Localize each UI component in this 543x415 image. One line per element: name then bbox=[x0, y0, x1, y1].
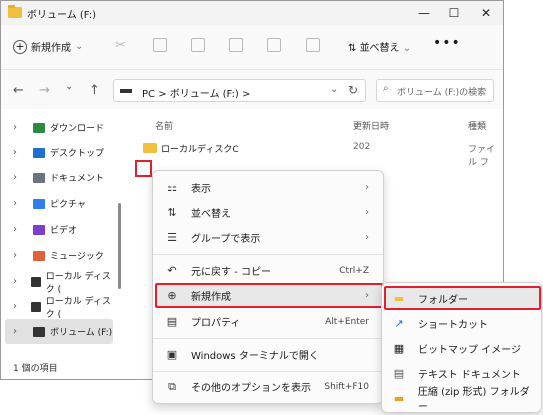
folder-icon bbox=[143, 143, 157, 153]
drive-icon bbox=[30, 301, 41, 312]
title-bar: ボリューム (F:) — ☐ ✕ bbox=[1, 1, 503, 25]
minimize-button[interactable]: — bbox=[409, 3, 439, 23]
cut-icon[interactable]: ✂ bbox=[115, 38, 129, 53]
context-menu: ⚏ 表示 › ⇅ 並べ替え › ☰ グループで表示 › ↶ 元に戻す - コピー Ctrl+Z … bbox=[152, 170, 384, 404]
chevron-right-icon: › bbox=[365, 182, 369, 193]
undo-icon: ↶ bbox=[167, 264, 177, 277]
chevron-right-icon: › bbox=[365, 207, 369, 218]
address-path: PC > ボリューム (F:) > bbox=[142, 89, 251, 100]
search-placeholder: ボリューム (F:)の検索 bbox=[397, 88, 487, 98]
navigation-pane: › ダウンロード › デスクトップ › ドキュメント › ピクチャ › ビデオ › ミュージ… bbox=[1, 109, 118, 349]
drive-icon bbox=[30, 276, 41, 287]
empty-space-highlight bbox=[135, 160, 152, 177]
menu-item-more-options[interactable]: ⧉ その他のオプションを表示 Shift+F10 bbox=[157, 374, 381, 399]
desktop-icon bbox=[33, 147, 45, 158]
shortcut-icon: ↗ bbox=[394, 316, 404, 330]
sidebar-item-local-disk-1[interactable]: › ローカル ディスク ( bbox=[1, 269, 113, 295]
menu-item-open-terminal[interactable]: ▣ Windows ターミナルで開く bbox=[157, 342, 381, 367]
shortcut-label: Ctrl+Z bbox=[339, 265, 369, 276]
toolbar: + 新規作成 ⌄ ✂ ⇅ 並べ替え ⌄ ••• bbox=[1, 25, 503, 70]
sidebar-item-documents[interactable]: › ドキュメント bbox=[1, 165, 113, 190]
search-icon: ⌕ bbox=[383, 83, 389, 94]
sidebar-item-local-disk-2[interactable]: › ローカル ディスク ( bbox=[1, 294, 113, 320]
menu-item-group-by[interactable]: ☰ グループで表示 › bbox=[157, 225, 381, 250]
submenu-item-text-document[interactable]: ▤ テキスト ドキュメント bbox=[386, 361, 539, 385]
file-row-date: 202 bbox=[353, 142, 371, 152]
submenu-item-bitmap[interactable]: ▦ ビットマップ イメージ bbox=[386, 336, 539, 360]
chevron-right-icon: › bbox=[365, 232, 369, 243]
window-title: ボリューム (F:) bbox=[27, 10, 97, 21]
terminal-icon: ▣ bbox=[166, 348, 178, 361]
address-bar[interactable]: PC > ボリューム (F:) > ⌄ ↻ bbox=[113, 79, 366, 102]
menu-divider bbox=[153, 371, 383, 372]
sidebar-item-desktop[interactable]: › デスクトップ bbox=[1, 140, 113, 165]
submenu-item-shortcut[interactable]: ↗ ショートカット bbox=[386, 311, 539, 335]
menu-item-undo-copy[interactable]: ↶ 元に戻す - コピー Ctrl+Z bbox=[157, 258, 381, 283]
delete-icon[interactable] bbox=[306, 38, 320, 52]
sidebar-item-music[interactable]: › ミュージック bbox=[1, 243, 113, 268]
search-input[interactable]: ⌕ ボリューム (F:)の検索 bbox=[376, 79, 494, 102]
sort-button-label: 並べ替え bbox=[359, 43, 400, 54]
more-options-icon[interactable]: ••• bbox=[433, 35, 461, 51]
rename-icon[interactable] bbox=[229, 38, 243, 52]
menu-item-view[interactable]: ⚏ 表示 › bbox=[157, 175, 381, 200]
address-row: ← → ⌄ ↑ PC > ボリューム (F:) > ⌄ ↻ ⌕ ボリューム (F… bbox=[1, 71, 503, 109]
drive-icon bbox=[120, 89, 132, 93]
close-button[interactable]: ✕ bbox=[471, 3, 501, 23]
list-icon: ☰ bbox=[167, 231, 177, 244]
music-icon bbox=[33, 250, 45, 261]
zip-folder-icon: ▬ bbox=[393, 391, 405, 405]
plus-icon: + bbox=[13, 39, 27, 54]
submenu-item-folder[interactable]: ▬ フォルダー bbox=[384, 286, 541, 310]
column-header-name[interactable]: 名前 bbox=[155, 119, 173, 132]
text-document-icon: ▤ bbox=[393, 366, 405, 380]
column-header-type[interactable]: 種類 bbox=[468, 119, 486, 132]
download-icon bbox=[33, 122, 45, 133]
back-icon[interactable]: ← bbox=[13, 83, 24, 98]
menu-item-properties[interactable]: ▤ プロパティ Alt+Enter bbox=[157, 309, 381, 334]
shortcut-label: Alt+Enter bbox=[325, 316, 369, 327]
address-dropdown-icon[interactable]: ⌄ bbox=[330, 84, 338, 95]
add-circle-icon: ⊕ bbox=[167, 289, 177, 302]
drive-icon bbox=[33, 326, 45, 337]
file-row-type: ファイル フ bbox=[468, 145, 496, 168]
shortcut-label: Shift+F10 bbox=[324, 381, 369, 392]
folder-icon bbox=[8, 5, 22, 18]
document-icon bbox=[33, 172, 45, 183]
more-options-icon: ⧉ bbox=[168, 379, 176, 393]
new-submenu: ▬ フォルダー ↗ ショートカット ▦ ビットマップ イメージ ▤ テキスト ドキュメン… bbox=[381, 282, 542, 413]
status-bar: 1 個の項目 bbox=[13, 364, 58, 374]
menu-divider bbox=[153, 338, 383, 339]
sidebar-item-videos[interactable]: › ビデオ bbox=[1, 217, 113, 242]
column-header-date[interactable]: 更新日時 bbox=[353, 119, 389, 132]
menu-divider bbox=[153, 254, 383, 255]
chevron-right-icon: › bbox=[365, 290, 369, 301]
grid-icon: ⚏ bbox=[167, 181, 177, 194]
new-button-label: 新規作成 bbox=[31, 43, 71, 54]
sort-button[interactable]: ⇅ 並べ替え ⌄ bbox=[348, 39, 411, 54]
menu-item-new[interactable]: ⊕ 新規作成 › bbox=[155, 283, 383, 308]
sidebar-item-downloads[interactable]: › ダウンロード bbox=[1, 115, 113, 140]
recent-dropdown-icon[interactable]: ⌄ bbox=[65, 81, 73, 92]
file-row-name[interactable]: ローカルディスクC bbox=[161, 142, 239, 155]
refresh-icon[interactable]: ↻ bbox=[348, 83, 358, 97]
submenu-item-zip-folder[interactable]: ▬ 圧縮 (zip 形式) フォルダー bbox=[386, 386, 539, 413]
picture-icon bbox=[33, 198, 45, 209]
sidebar-item-pictures[interactable]: › ピクチャ bbox=[1, 191, 113, 216]
folder-icon: ▬ bbox=[393, 291, 405, 305]
forward-icon[interactable]: → bbox=[39, 83, 50, 98]
properties-icon: ▤ bbox=[166, 315, 178, 328]
menu-item-sort[interactable]: ⇅ 並べ替え › bbox=[157, 200, 381, 225]
paste-icon[interactable] bbox=[191, 38, 205, 52]
bitmap-icon: ▦ bbox=[393, 341, 405, 355]
sidebar-item-volume-f[interactable]: › ボリューム (F:) bbox=[5, 319, 113, 344]
sort-icon: ⇅ bbox=[167, 206, 177, 219]
up-icon[interactable]: ↑ bbox=[89, 83, 100, 98]
video-icon bbox=[33, 224, 45, 235]
maximize-button[interactable]: ☐ bbox=[439, 3, 469, 23]
share-icon[interactable] bbox=[267, 38, 281, 52]
new-button[interactable]: + 新規作成 ⌄ bbox=[13, 39, 83, 54]
copy-icon[interactable] bbox=[153, 38, 167, 52]
